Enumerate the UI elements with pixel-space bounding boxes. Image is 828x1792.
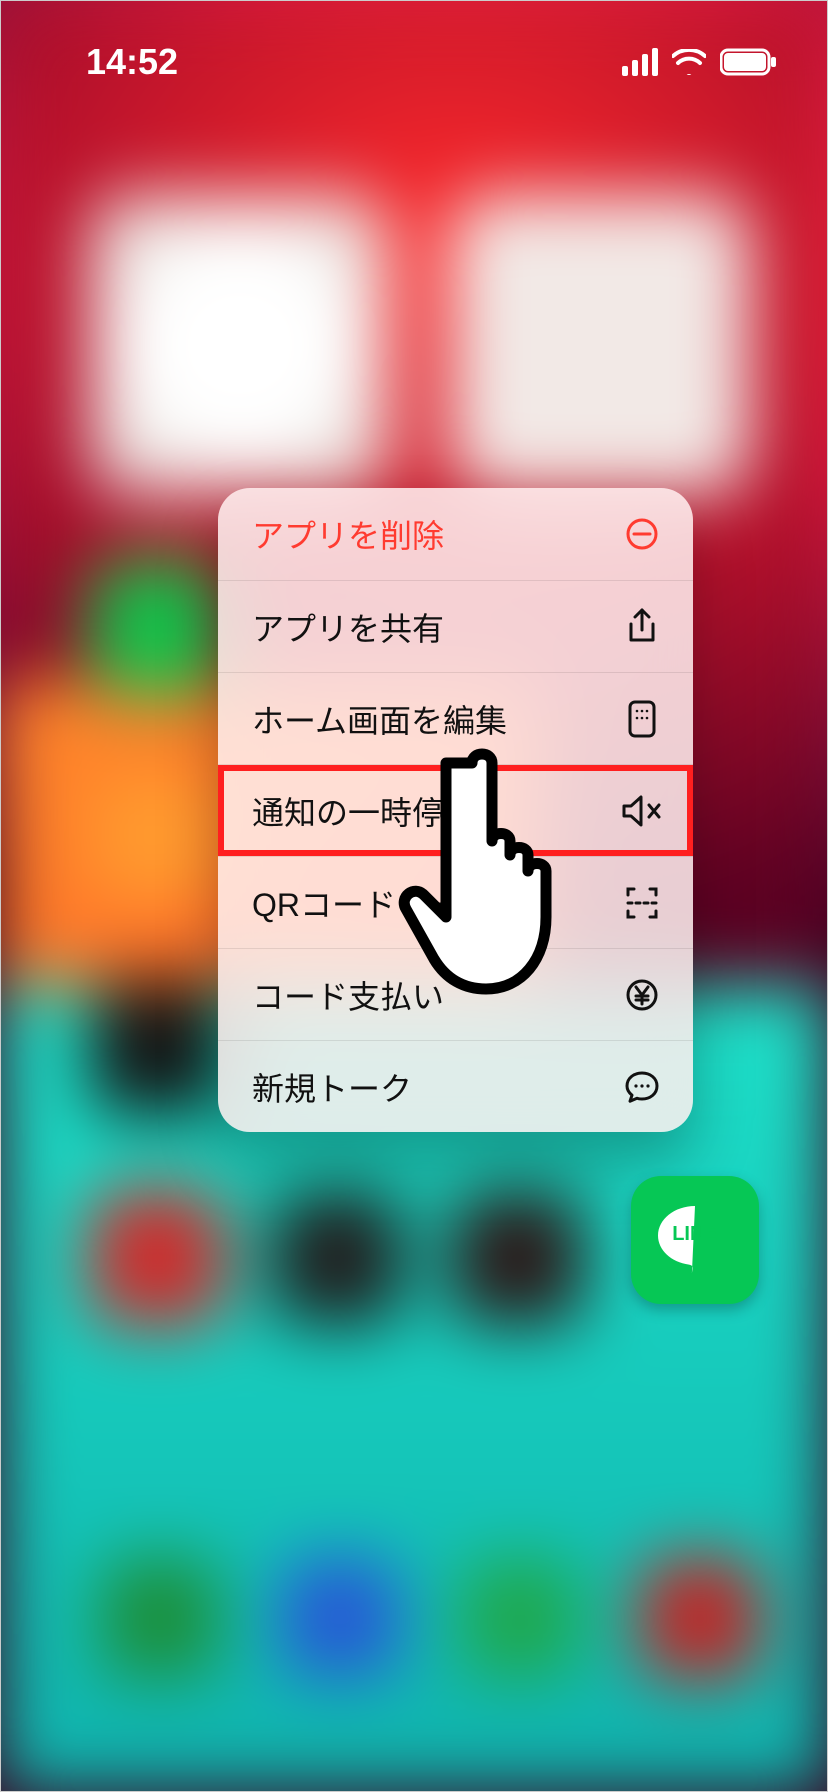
menu-item-share-app[interactable]: アプリを共有	[218, 580, 693, 672]
menu-item-label: 新規トーク	[252, 1064, 412, 1110]
menu-item-label: コード支払い	[252, 972, 444, 1018]
menu-item-label: アプリを削除	[252, 511, 444, 557]
status-bar: 14:52	[0, 0, 828, 110]
menu-item-qr-reader[interactable]: QRコードリーダー	[218, 856, 693, 948]
svg-text:LINE: LINE	[672, 1223, 718, 1245]
edit-home-icon	[621, 698, 663, 740]
menu-item-remove-app[interactable]: アプリを削除	[218, 488, 693, 580]
share-icon	[621, 606, 663, 648]
home-screen: 14:52 アプリを削除	[0, 0, 828, 1792]
menu-item-code-payment[interactable]: コード支払い	[218, 948, 693, 1040]
status-indicators	[622, 48, 778, 76]
wifi-icon	[672, 49, 706, 75]
menu-item-label: アプリを共有	[252, 604, 444, 650]
line-app-icon[interactable]: LINE	[631, 1176, 759, 1304]
menu-item-pause-notifications[interactable]: 通知の一時停止	[218, 764, 693, 856]
menu-item-edit-home[interactable]: ホーム画面を編集	[218, 672, 693, 764]
scan-icon	[621, 882, 663, 924]
cellular-icon	[622, 48, 658, 76]
mute-icon	[621, 790, 663, 832]
menu-item-label: 通知の一時停止	[252, 788, 476, 834]
app-context-menu: アプリを削除 アプリを共有 ホーム画面を編集	[218, 488, 693, 1132]
menu-item-label: ホーム画面を編集	[252, 696, 507, 742]
battery-icon	[720, 48, 778, 76]
status-time: 14:52	[86, 41, 178, 83]
yen-circle-icon	[621, 974, 663, 1016]
chat-icon	[621, 1066, 663, 1108]
menu-item-new-talk[interactable]: 新規トーク	[218, 1040, 693, 1132]
minus-circle-icon	[621, 513, 663, 555]
menu-item-label: QRコードリーダー	[252, 880, 524, 926]
